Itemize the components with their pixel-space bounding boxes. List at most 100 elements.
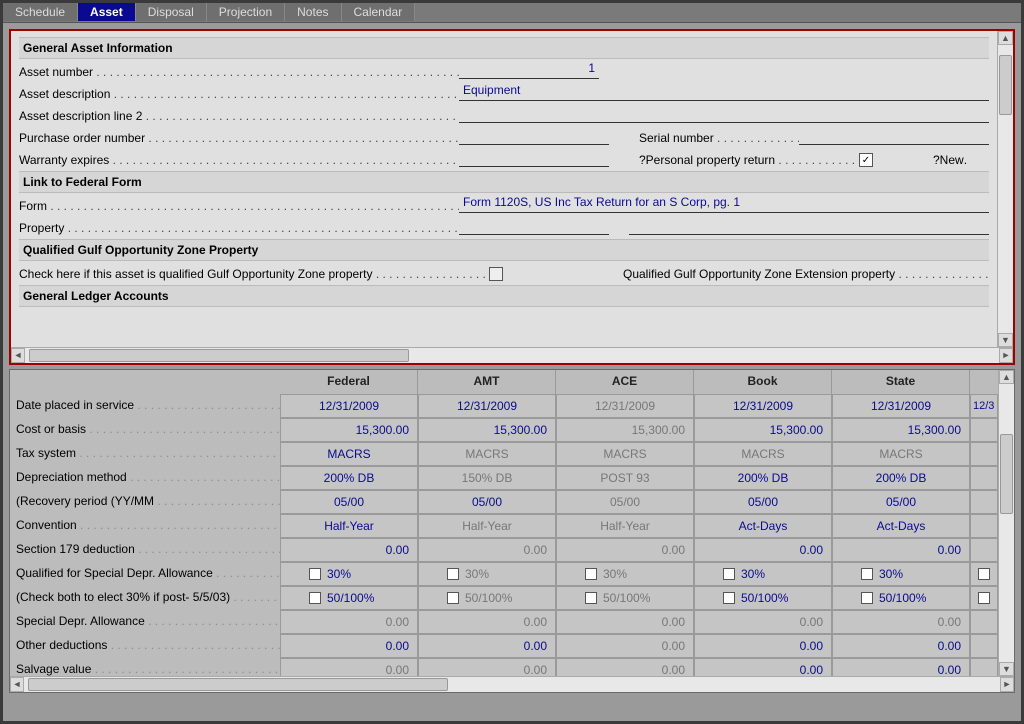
grid-cell-partial[interactable] — [970, 658, 998, 676]
grid-cell-partial[interactable] — [970, 586, 998, 610]
top-scroll-thumb[interactable] — [999, 55, 1012, 115]
grid-cell[interactable]: 15,300.00 — [556, 418, 694, 442]
grid-cell[interactable]: 0.00 — [418, 610, 556, 634]
tab-asset[interactable]: Asset — [78, 3, 136, 21]
grid-cell[interactable]: MACRS — [556, 442, 694, 466]
grid-cell[interactable]: 30% — [556, 562, 694, 586]
grid-cell[interactable]: 05/00 — [280, 490, 418, 514]
grid-cell[interactable]: 05/00 — [418, 490, 556, 514]
grid-checkbox[interactable] — [447, 592, 459, 604]
grid-cell[interactable]: 200% DB — [832, 466, 970, 490]
grid-cell[interactable]: 0.00 — [556, 658, 694, 676]
top-vertical-scrollbar[interactable]: ▲ ▼ — [997, 31, 1013, 347]
grid-cell-partial[interactable] — [970, 490, 998, 514]
grid-cell[interactable]: 200% DB — [280, 466, 418, 490]
grid-cell-partial[interactable] — [970, 442, 998, 466]
grid-cell[interactable]: 0.00 — [280, 658, 418, 676]
scroll-down-icon[interactable]: ▼ — [998, 333, 1013, 347]
grid-cell[interactable]: 12/31/2009 — [280, 394, 418, 418]
grid-cell[interactable]: 0.00 — [418, 658, 556, 676]
grid-cell-partial[interactable] — [970, 418, 998, 442]
grid-vscroll-thumb[interactable] — [1000, 434, 1013, 514]
grid-cell[interactable]: MACRS — [694, 442, 832, 466]
grid-cell-partial[interactable] — [970, 610, 998, 634]
grid-cell[interactable]: MACRS — [418, 442, 556, 466]
tab-calendar[interactable]: Calendar — [342, 3, 416, 21]
checkbox-goz[interactable] — [489, 267, 503, 281]
grid-checkbox[interactable] — [585, 592, 597, 604]
grid-cell-partial[interactable] — [970, 466, 998, 490]
grid-cell[interactable]: 0.00 — [694, 658, 832, 676]
field-po-number[interactable] — [459, 127, 609, 145]
field-property2[interactable] — [629, 217, 989, 235]
grid-checkbox[interactable] — [585, 568, 597, 580]
grid-checkbox[interactable] — [723, 568, 735, 580]
grid-cell[interactable]: 50/100% — [832, 586, 970, 610]
grid-cell[interactable]: Half-Year — [556, 514, 694, 538]
grid-cell[interactable]: 0.00 — [280, 634, 418, 658]
grid-cell[interactable]: 15,300.00 — [418, 418, 556, 442]
grid-cell[interactable]: Act-Days — [832, 514, 970, 538]
grid-cell[interactable]: 0.00 — [556, 610, 694, 634]
tab-notes[interactable]: Notes — [285, 3, 341, 21]
checkbox-personal-property[interactable]: ✓ — [859, 153, 873, 167]
grid-cell-partial[interactable] — [970, 634, 998, 658]
grid-cell[interactable]: 05/00 — [694, 490, 832, 514]
grid-cell[interactable]: 0.00 — [280, 610, 418, 634]
grid-cell-partial[interactable] — [970, 562, 998, 586]
tab-projection[interactable]: Projection — [207, 3, 285, 21]
grid-cell[interactable]: 50/100% — [280, 586, 418, 610]
grid-cell[interactable]: 0.00 — [832, 658, 970, 676]
field-warranty-expires[interactable] — [459, 149, 609, 167]
grid-checkbox[interactable] — [861, 592, 873, 604]
field-asset-description[interactable]: Equipment — [459, 83, 989, 101]
grid-cell-partial[interactable] — [970, 538, 998, 562]
grid-cell[interactable]: 0.00 — [694, 538, 832, 562]
top-hscroll-thumb[interactable] — [29, 349, 409, 362]
grid-cell[interactable]: 30% — [832, 562, 970, 586]
grid-cell[interactable]: 50/100% — [694, 586, 832, 610]
grid-checkbox[interactable] — [309, 592, 321, 604]
grid-cell[interactable]: 50/100% — [556, 586, 694, 610]
grid-checkbox[interactable] — [309, 568, 321, 580]
grid-cell[interactable]: MACRS — [832, 442, 970, 466]
grid-cell[interactable]: 0.00 — [832, 610, 970, 634]
grid-cell[interactable]: 15,300.00 — [280, 418, 418, 442]
grid-cell[interactable]: 200% DB — [694, 466, 832, 490]
grid-vertical-scrollbar[interactable]: ▲ ▼ — [998, 370, 1014, 676]
grid-cell[interactable]: 12/31/2009 — [418, 394, 556, 418]
grid-cell[interactable]: 12/31/2009 — [556, 394, 694, 418]
grid-cell[interactable]: 05/00 — [556, 490, 694, 514]
grid-cell[interactable]: MACRS — [280, 442, 418, 466]
scroll-right-icon[interactable]: ► — [999, 348, 1013, 363]
grid-checkbox[interactable] — [723, 592, 735, 604]
grid-scroll-right-icon[interactable]: ► — [1000, 677, 1014, 692]
field-asset-number[interactable]: 1 — [459, 61, 599, 79]
grid-cell[interactable]: 15,300.00 — [694, 418, 832, 442]
grid-horizontal-scrollbar[interactable]: ◄ ► — [10, 676, 1014, 692]
grid-hscroll-thumb[interactable] — [28, 678, 448, 691]
grid-cell[interactable]: Half-Year — [280, 514, 418, 538]
grid-scroll-left-icon[interactable]: ◄ — [10, 677, 24, 692]
grid-cell[interactable]: 0.00 — [280, 538, 418, 562]
grid-cell[interactable]: 0.00 — [832, 634, 970, 658]
grid-cell[interactable]: 0.00 — [556, 634, 694, 658]
grid-cell[interactable]: 50/100% — [418, 586, 556, 610]
grid-cell[interactable]: 0.00 — [418, 634, 556, 658]
grid-cell[interactable]: 0.00 — [556, 538, 694, 562]
grid-cell-partial[interactable]: 12/3 — [970, 394, 998, 418]
grid-cell[interactable]: Act-Days — [694, 514, 832, 538]
grid-cell[interactable]: 150% DB — [418, 466, 556, 490]
grid-cell[interactable]: 12/31/2009 — [832, 394, 970, 418]
tab-schedule[interactable]: Schedule — [3, 3, 78, 21]
grid-cell[interactable]: 0.00 — [694, 610, 832, 634]
grid-cell[interactable]: 30% — [418, 562, 556, 586]
grid-checkbox[interactable] — [978, 568, 990, 580]
grid-cell[interactable]: 12/31/2009 — [694, 394, 832, 418]
scroll-left-icon[interactable]: ◄ — [11, 348, 25, 363]
tab-disposal[interactable]: Disposal — [136, 3, 207, 21]
field-form[interactable]: Form 1120S, US Inc Tax Return for an S C… — [459, 195, 989, 213]
grid-scroll-up-icon[interactable]: ▲ — [999, 370, 1014, 384]
grid-cell[interactable]: 0.00 — [418, 538, 556, 562]
top-horizontal-scrollbar[interactable]: ◄ ► — [11, 347, 1013, 363]
